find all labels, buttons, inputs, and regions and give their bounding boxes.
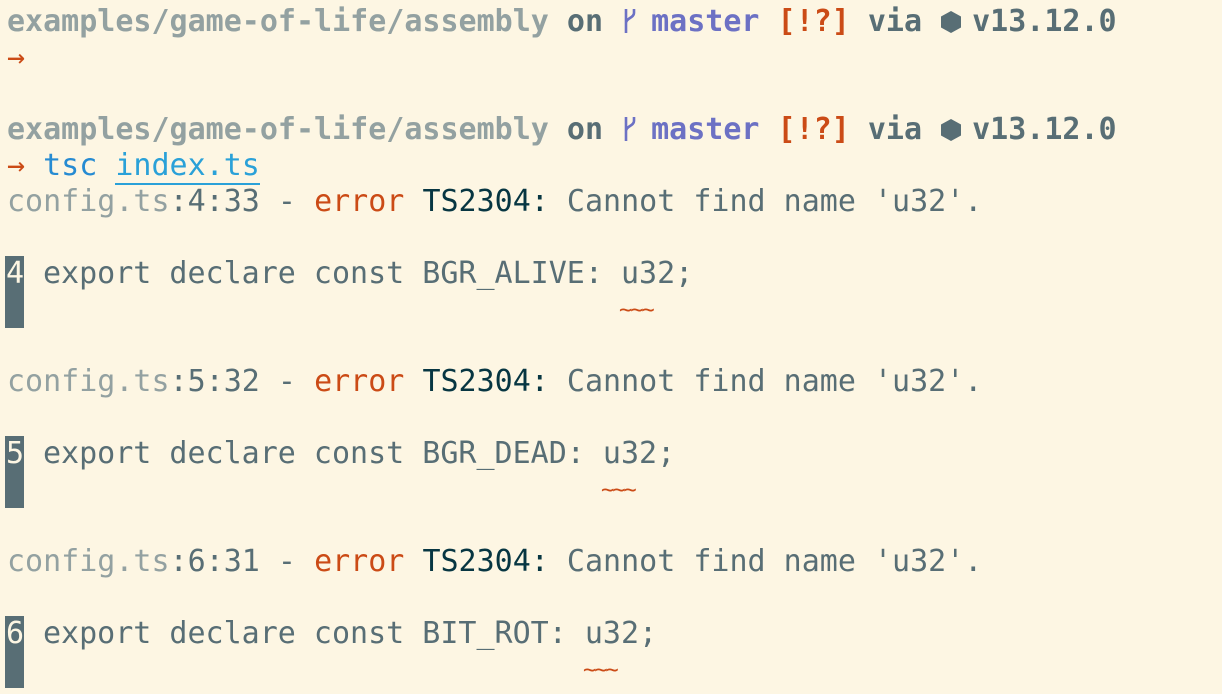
nodejs-hexagon-icon — [940, 7, 962, 33]
error-location: :5:32 - — [169, 364, 315, 399]
error-file[interactable]: config.ts — [7, 364, 170, 399]
prompt-arrow: → — [7, 40, 26, 75]
error-squiggle: ~~~ — [601, 478, 637, 503]
nodejs-hexagon-icon — [940, 115, 962, 141]
via-word: via — [867, 4, 923, 39]
error-header-3: config.ts:6:31 - error TS2304: Cannot fi… — [7, 544, 982, 580]
cwd-path: examples/game-of-life/assembly — [7, 4, 549, 39]
cwd-path: examples/game-of-life/assembly — [7, 112, 549, 147]
error-code: TS2304: — [422, 184, 549, 219]
error-header-1: config.ts:4:33 - error TS2304: Cannot fi… — [7, 184, 982, 220]
error-squiggle: ~~~ — [619, 298, 655, 323]
git-branch-icon — [621, 115, 639, 143]
on-word: on — [566, 112, 604, 147]
error-message: Cannot find name 'u32'. — [548, 364, 983, 399]
error-severity: error — [314, 544, 405, 579]
git-branch-name: master — [651, 4, 760, 39]
error-location: :4:33 - — [169, 184, 315, 219]
source-line: export declare const BIT_ROT: u32; — [43, 616, 658, 651]
error-code: TS2304: — [422, 364, 549, 399]
error-message: Cannot find name 'u32'. — [548, 184, 983, 219]
prompt-arrow: → — [7, 148, 26, 183]
terminal-window[interactable]: examples/game-of-life/assembly on master… — [0, 0, 1222, 694]
node-version: v13.12.0 — [972, 112, 1117, 147]
error-message: Cannot find name 'u32'. — [548, 544, 983, 579]
error-header-2: config.ts:5:32 - error TS2304: Cannot fi… — [7, 364, 982, 400]
command-line[interactable]: → tsc index.ts — [7, 148, 260, 185]
error-severity: error — [314, 364, 405, 399]
node-version: v13.12.0 — [972, 4, 1117, 39]
via-word: via — [867, 112, 923, 147]
prompt-line-1: examples/game-of-life/assembly on master… — [7, 4, 1117, 40]
on-word: on — [566, 4, 604, 39]
command-name: tsc — [43, 148, 98, 183]
git-status: [!?] — [777, 112, 850, 147]
source-line: export declare const BGR_ALIVE: u32; — [43, 256, 694, 291]
line-number: 6 — [6, 616, 25, 651]
error-file[interactable]: config.ts — [7, 544, 170, 579]
line-number: 5 — [6, 436, 25, 471]
git-branch-name: master — [651, 112, 760, 147]
git-status: [!?] — [777, 4, 850, 39]
git-branch-icon — [621, 7, 639, 35]
error-severity: error — [314, 184, 405, 219]
command-argument-link[interactable]: index.ts — [115, 148, 260, 185]
error-code: TS2304: — [422, 544, 549, 579]
source-line: export declare const BGR_DEAD: u32; — [43, 436, 676, 471]
error-squiggle: ~~~ — [583, 658, 619, 683]
error-location: :6:31 - — [169, 544, 315, 579]
line-number: 4 — [6, 256, 25, 291]
prompt-line-2: examples/game-of-life/assembly on master… — [7, 112, 1117, 148]
prompt-arrow-line-1: → — [7, 40, 25, 76]
error-file[interactable]: config.ts — [7, 184, 170, 219]
